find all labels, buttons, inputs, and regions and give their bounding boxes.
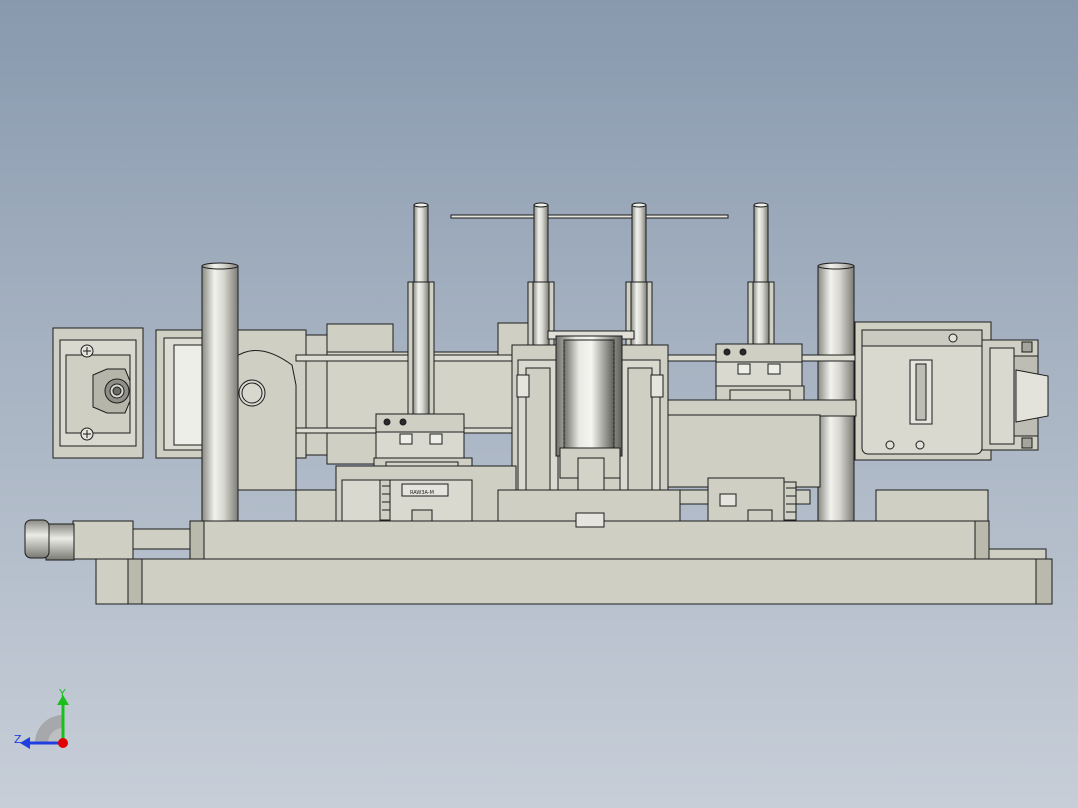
cad-viewport[interactable]: RAW3A-M Y Z (0, 0, 1078, 808)
base-plate-lower (95, 558, 1053, 605)
shaft-bracket (233, 349, 297, 491)
x-axis-dot (58, 738, 68, 748)
left-motor-housing (52, 327, 144, 459)
z-axis-label: Z (14, 733, 22, 746)
guide-post-left (201, 262, 239, 522)
right-support-block (875, 489, 989, 522)
label-plate-text: RAW3A-M (410, 490, 434, 496)
y-axis-label: Y (58, 687, 66, 700)
right-motor-housing (854, 321, 1049, 461)
top-thin-plate (450, 214, 729, 219)
slim-cylinder-3 (625, 202, 653, 348)
view-orientation-triad[interactable]: Y Z (10, 685, 80, 755)
slim-cylinder-1 (407, 202, 435, 416)
slim-cylinder-4 (747, 202, 775, 348)
slim-cylinder-2 (527, 202, 555, 348)
machine-assembly-drawing[interactable]: RAW3A-M (0, 0, 1078, 808)
left-cylinder-knob (24, 519, 191, 561)
base-plate-upper (189, 520, 1047, 560)
guide-post-right (817, 262, 855, 522)
